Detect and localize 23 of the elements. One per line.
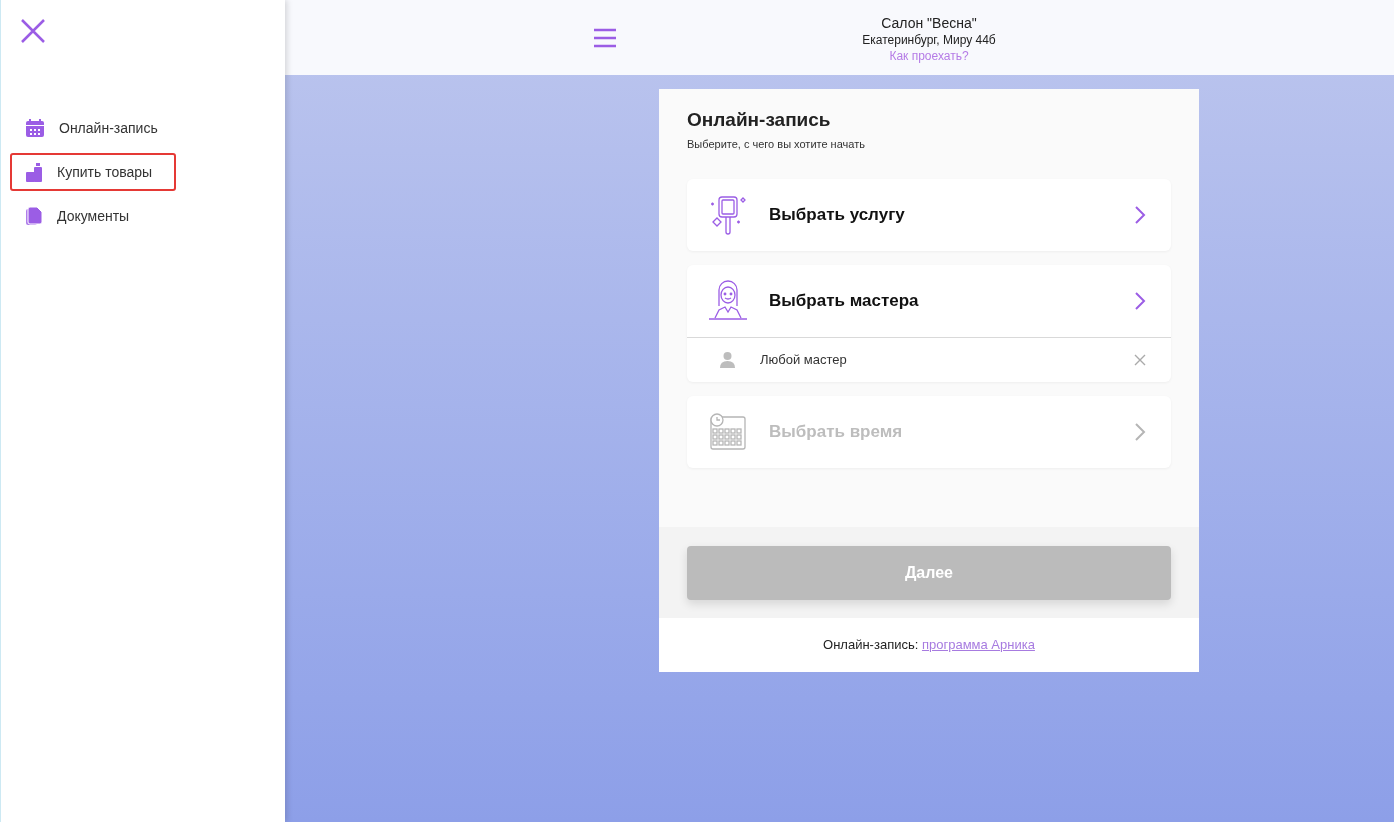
clear-button[interactable] <box>1134 353 1146 366</box>
close-button[interactable] <box>19 17 47 45</box>
chevron-right-icon <box>1134 290 1146 311</box>
salon-name: Салон "Весна" <box>881 13 977 32</box>
step-button[interactable]: Выбрать услугу <box>687 178 1171 251</box>
booking-title: Онлайн-запись <box>687 108 832 132</box>
salon-address: Екатеринбург, Миру 44б <box>862 31 996 48</box>
bottles-icon <box>25 162 43 182</box>
chevron-right-icon <box>1134 204 1146 225</box>
step-button[interactable]: Выбрать мастера <box>687 264 1171 337</box>
booking-subtitle: Выберите, с чего вы хотите начать <box>687 137 866 152</box>
sidebar-item[interactable]: Документы <box>10 197 176 235</box>
woman-icon <box>707 279 749 322</box>
documents-icon <box>25 206 43 226</box>
chevron-right-icon <box>1134 421 1146 442</box>
calendar-clock-icon <box>707 410 749 453</box>
selected-master: Любой мастер <box>760 350 848 369</box>
sidebar-item[interactable]: Онлайн-запись <box>10 109 176 147</box>
footer-text: Онлайн-запись: программа Арника <box>659 617 1199 672</box>
menu-button[interactable] <box>594 27 616 48</box>
person-icon <box>719 351 736 368</box>
sidebar-item[interactable]: Купить товары <box>10 153 176 191</box>
calendar-icon <box>25 118 45 138</box>
